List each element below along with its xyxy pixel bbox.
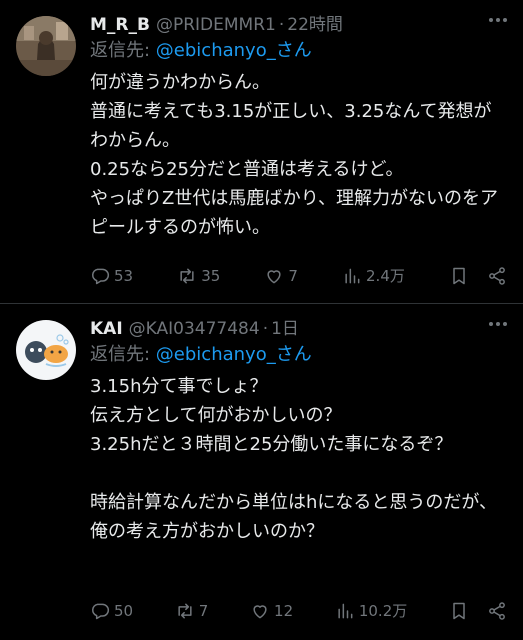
like-icon	[253, 604, 267, 618]
post-header: KAI @KAI03477484 · 1日	[90, 316, 507, 342]
views-count: 2.4万	[366, 267, 405, 285]
views-button[interactable]: 2.4万	[342, 265, 405, 286]
avatar[interactable]	[16, 320, 76, 380]
timestamp[interactable]: 1日	[271, 317, 299, 341]
reply-count: 50	[114, 601, 134, 620]
share-icon[interactable]	[487, 601, 507, 621]
repost-button[interactable]: 35	[177, 266, 220, 286]
reply-to-link[interactable]: @ebichanyo_さん	[156, 40, 312, 61]
bookmark-icon[interactable]	[449, 266, 469, 286]
reply-button[interactable]: 53	[90, 266, 133, 286]
like-button[interactable]: 12	[250, 601, 293, 621]
repost-icon	[178, 603, 192, 618]
repost-count: 35	[201, 266, 221, 285]
like-icon	[267, 269, 281, 283]
user-handle[interactable]: @PRIDEMMR1	[156, 13, 276, 37]
separator-dot: ·	[278, 15, 285, 35]
post-text: 何が違うかわからん。 普通に考えても3.15が正しい、3.25なんて発想がわから…	[90, 72, 498, 238]
share-icon[interactable]	[487, 266, 507, 286]
like-count: 7	[288, 266, 298, 285]
views-button[interactable]: 10.2万	[335, 600, 407, 621]
post-header: M_R_B @PRIDEMMR1 · 22時間	[90, 12, 507, 38]
action-bar: 53 35 7 2.4万	[90, 265, 507, 286]
reply-context: 返信先: @ebichanyo_さん	[90, 342, 507, 368]
avatar[interactable]	[16, 16, 76, 76]
reply-icon	[92, 603, 110, 619]
more-icon[interactable]	[489, 322, 507, 326]
more-icon[interactable]	[489, 18, 507, 22]
post-text: 3.15h分て事でしょ？ 伝え方として何がおかしいの？ 3.25hだと３時間と2…	[90, 376, 498, 542]
separator-dot: ·	[262, 319, 269, 339]
reply-button[interactable]: 50	[90, 601, 133, 621]
like-button[interactable]: 7	[264, 266, 298, 286]
reply-context: 返信先: @ebichanyo_さん	[90, 38, 507, 64]
repost-icon	[180, 268, 194, 283]
reply-count: 53	[114, 266, 134, 285]
views-icon	[338, 603, 353, 618]
repost-count: 7	[198, 601, 209, 620]
views-count: 10.2万	[358, 602, 408, 620]
action-bar: 50 7 12 10.2万	[90, 600, 507, 621]
like-count: 12	[274, 601, 294, 620]
reply-prefix: 返信先:	[90, 344, 156, 365]
user-handle[interactable]: @KAI03477484	[129, 317, 260, 341]
reply-prefix: 返信先:	[90, 40, 156, 61]
bookmark-icon[interactable]	[449, 601, 469, 621]
repost-button[interactable]: 7	[175, 601, 209, 621]
views-icon	[345, 268, 360, 283]
post[interactable]: M_R_B @PRIDEMMR1 · 22時間 返信先: @ebichanyo_…	[0, 0, 523, 303]
reply-to-link[interactable]: @ebichanyo_さん	[156, 344, 312, 365]
display-name[interactable]: KAI	[90, 317, 123, 341]
timestamp[interactable]: 22時間	[287, 13, 343, 37]
reply-icon	[92, 268, 110, 284]
display-name[interactable]: M_R_B	[90, 13, 150, 37]
post[interactable]: KAI @KAI03477484 · 1日 返信先: @ebichanyo_さん…	[0, 304, 523, 640]
avatar-image	[16, 320, 76, 380]
avatar-image	[16, 16, 76, 76]
